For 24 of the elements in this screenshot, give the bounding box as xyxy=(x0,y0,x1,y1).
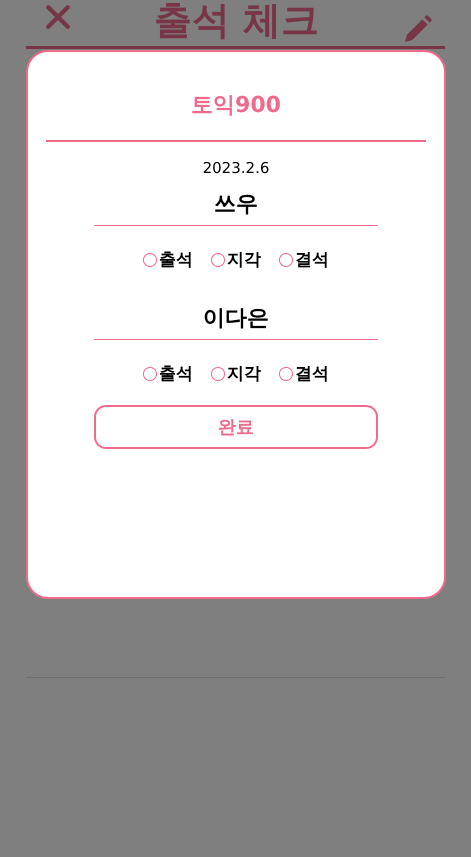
radio-circle[interactable] xyxy=(211,366,225,380)
radio-circle[interactable] xyxy=(143,366,157,380)
attendance-radio[interactable]: 출석 xyxy=(143,248,193,271)
radio-circle[interactable] xyxy=(279,252,293,266)
attendance-radio[interactable]: 결석 xyxy=(279,362,329,385)
radio-circle[interactable] xyxy=(279,366,293,380)
attendance-radio[interactable]: 결석 xyxy=(279,248,329,271)
student-name: 이다은 xyxy=(203,305,269,333)
attendance-radio[interactable]: 지각 xyxy=(211,248,261,271)
radio-label: 출석 xyxy=(159,363,193,385)
close-icon[interactable] xyxy=(44,4,72,30)
page-title: 출석 체크 xyxy=(152,0,320,44)
radio-label: 결석 xyxy=(295,363,329,385)
radio-circle[interactable] xyxy=(211,252,225,266)
radio-label: 지각 xyxy=(227,363,261,385)
attendance-radio[interactable]: 출석 xyxy=(143,362,193,385)
radio-circle[interactable] xyxy=(143,252,157,266)
class-title: 토익900 xyxy=(191,92,281,120)
student-name: 쓰우 xyxy=(214,191,258,219)
radio-label: 출석 xyxy=(159,249,193,271)
date-label: 2023.2.6 xyxy=(202,159,270,177)
radio-label: 지각 xyxy=(227,249,261,271)
radio-label: 결석 xyxy=(295,249,329,271)
attendance-radio[interactable]: 지각 xyxy=(211,362,261,385)
